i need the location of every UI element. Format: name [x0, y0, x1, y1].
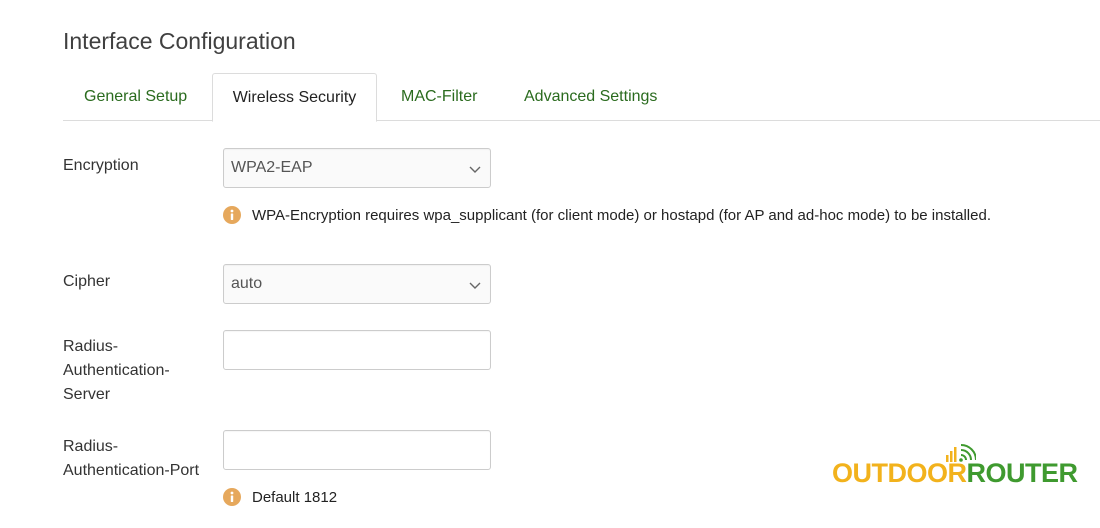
- tab-mac-filter[interactable]: MAC-Filter: [401, 73, 477, 121]
- outdoorrouter-logo: OUTDOORROUTER: [832, 444, 1078, 490]
- cipher-select[interactable]: auto: [223, 264, 491, 304]
- radius-server-label: Radius-Authentication-Server: [63, 338, 170, 403]
- logo-text-router: ROUTER: [966, 458, 1079, 488]
- tab-advanced-settings[interactable]: Advanced Settings: [524, 73, 657, 121]
- encryption-label: Encryption: [63, 157, 139, 174]
- logo-text-outdoor: OUTDOOR: [832, 458, 967, 488]
- cipher-select-value: auto: [231, 275, 263, 292]
- logo-text: OUTDOORROUTER: [832, 458, 1078, 489]
- radius-port-hint-text: Default 1812: [252, 488, 338, 506]
- info-icon: [223, 206, 241, 224]
- cipher-label: Cipher: [63, 273, 111, 290]
- info-icon: [223, 488, 241, 506]
- encryption-select-value: WPA2-EAP: [231, 159, 313, 176]
- radius-port-input[interactable]: [223, 430, 491, 470]
- encryption-select[interactable]: WPA2-EAP: [223, 148, 491, 188]
- tab-general-setup[interactable]: General Setup: [84, 73, 187, 121]
- radius-port-hint: Default 1812: [223, 488, 337, 506]
- encryption-hint: WPA-Encryption requires wpa_supplicant (…: [223, 206, 991, 224]
- radius-port-label: Radius-Authentication-Port: [63, 438, 200, 479]
- encryption-hint-text: WPA-Encryption requires wpa_supplicant (…: [252, 206, 991, 224]
- page-title: Interface Configuration: [63, 28, 296, 54]
- tab-wireless-security[interactable]: Wireless Security: [212, 73, 377, 122]
- chevron-down-icon: [469, 282, 481, 289]
- chevron-down-icon: [469, 166, 481, 173]
- radius-server-input[interactable]: [223, 330, 491, 370]
- tab-bar: General Setup Wireless Security MAC-Filt…: [63, 73, 1100, 122]
